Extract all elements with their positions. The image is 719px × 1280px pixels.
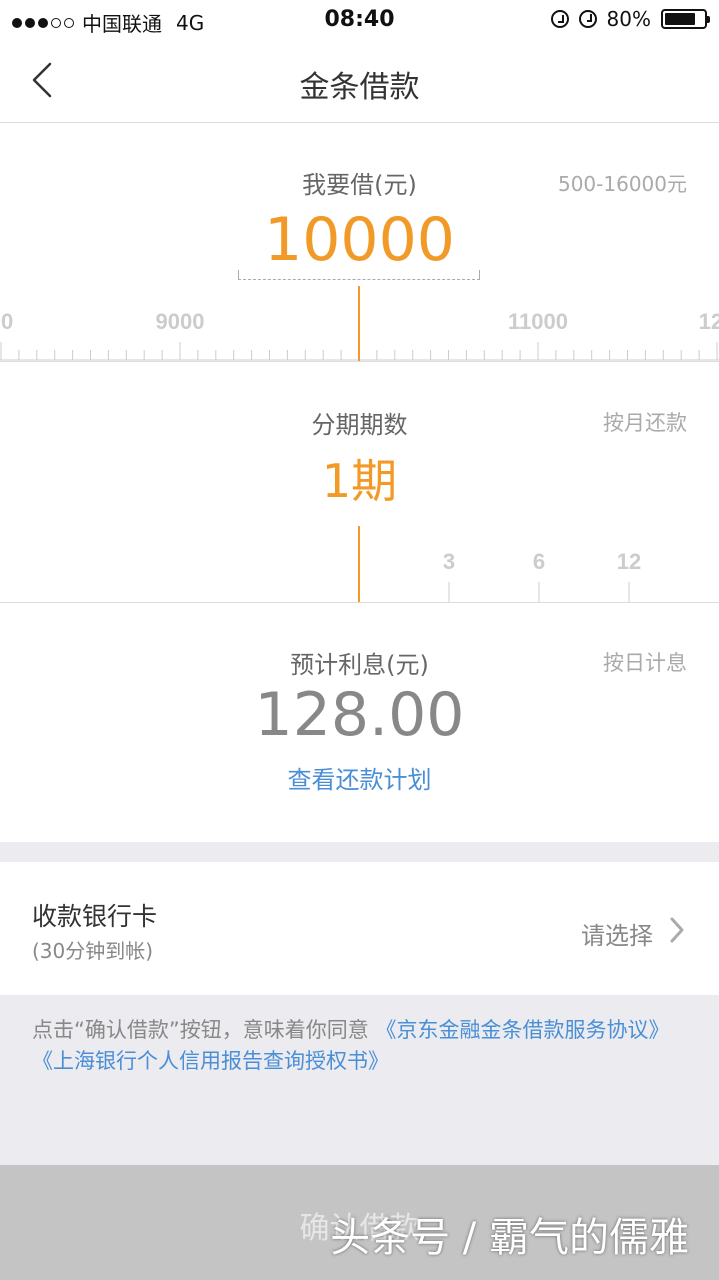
nav-bar: 金条借款	[0, 40, 719, 123]
battery-percent: 80%	[606, 7, 651, 31]
interest-value: 128.00	[254, 680, 465, 750]
period-option-label: 12	[617, 549, 641, 574]
bank-card-title: 收款银行卡	[32, 902, 158, 931]
amount-value[interactable]: 10000	[0, 205, 719, 275]
divider	[0, 602, 719, 603]
amount-ruler-slider[interactable]: 00 9000 11000 120	[0, 286, 719, 362]
alarm-icon	[578, 10, 597, 28]
agreement-text: 点击“确认借款”按钮，意味着你同意 《京东金融金条借款服务协议》 《上海银行个人…	[32, 1015, 687, 1077]
period-mode: 按月还款	[603, 411, 687, 435]
amount-underline	[238, 270, 480, 280]
chevron-right-icon	[670, 917, 684, 943]
bank-card-select: 请选择	[581, 922, 653, 950]
page-title: 金条借款	[299, 70, 420, 105]
agreement-area: 点击“确认借款”按钮，意味着你同意 《京东金融金条借款服务协议》 《上海银行个人…	[0, 995, 719, 1165]
rotation-lock-icon	[550, 10, 569, 28]
view-repayment-plan-link[interactable]: 查看还款计划	[0, 760, 719, 795]
ruler-tick-label: 00	[0, 309, 13, 334]
period-value: 1期	[321, 454, 398, 508]
agreement-prefix: 点击“确认借款”按钮，意味着你同意	[32, 1018, 369, 1042]
ruler-tick-label: 9000	[156, 309, 205, 334]
credit-authorization-link[interactable]: 《上海银行个人信用报告查询授权书》	[32, 1049, 389, 1073]
loan-page: 中国联通 4G 08:40 80% 金条借款 我要借(元) 500-16000元…	[0, 0, 719, 1280]
period-option-label: 6	[533, 549, 545, 574]
section-separator	[0, 842, 719, 862]
bank-card-row[interactable]: 收款银行卡 (30分钟到帐) 请选择	[0, 862, 719, 995]
service-agreement-link[interactable]: 《京东金融金条借款服务协议》	[375, 1018, 669, 1042]
amount-range: 500-16000元	[557, 172, 687, 196]
ruler-tick-label: 11000	[508, 309, 568, 334]
status-right: 80%	[550, 7, 710, 31]
period-slider[interactable]: 3 6 12	[0, 526, 719, 602]
period-option-label: 3	[443, 549, 455, 574]
bank-card-subtitle: (30分钟到帐)	[32, 939, 154, 963]
interest-mode: 按日计息	[603, 651, 687, 675]
ruler-tick-label: 120	[699, 309, 719, 334]
divider	[0, 361, 719, 362]
status-bar: 中国联通 4G 08:40 80%	[0, 0, 719, 40]
battery-icon	[661, 9, 710, 29]
watermark: 头条号 / 霸气的儒雅	[330, 1215, 689, 1261]
